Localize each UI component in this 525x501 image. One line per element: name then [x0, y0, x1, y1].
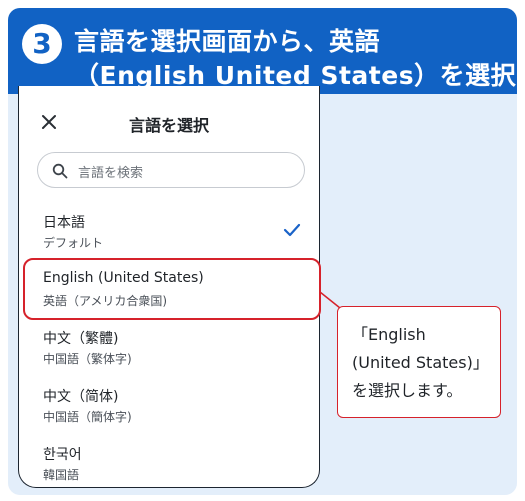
callout-line-1: 「English [352, 325, 426, 344]
step-number-badge: 3 [22, 24, 62, 64]
language-subtitle: 韓国語 [43, 468, 80, 482]
language-name: 中文（简体) [43, 389, 119, 405]
language-name: 日本語 [43, 215, 85, 231]
callout-line-2: (United States)」 [352, 353, 489, 372]
language-search-input[interactable]: 言語を検索 [37, 152, 305, 188]
language-subtitle: 中国語（簡体字) [43, 410, 132, 424]
instruction-callout: 「English (United States)」 を選択します。 [337, 306, 501, 418]
search-icon [52, 163, 68, 179]
language-subtitle: デフォルト [43, 236, 104, 250]
language-name: 中文（繁體) [43, 331, 119, 347]
english-highlight-box [23, 258, 321, 320]
language-item-japanese[interactable]: 日本語 デフォルト [19, 204, 319, 260]
language-item-korean[interactable]: 한국어 韓国語 [19, 436, 319, 487]
callout-line-3: を選択します。 [352, 381, 463, 400]
step-header: 3 言語を選択画面から、英語 （English United States）を選… [8, 8, 517, 94]
step-title-line-1: 言語を選択画面から、英語 [74, 27, 381, 56]
dialog-title: 言語を選択 [128, 116, 209, 135]
dialog-header: 言語を選択 [19, 86, 319, 160]
language-name: 한국어 [43, 447, 82, 463]
language-subtitle: 中国語（繁体字) [43, 352, 132, 366]
search-placeholder: 言語を検索 [78, 166, 144, 181]
language-item-chinese-simplified[interactable]: 中文（简体) 中国語（簡体字) [19, 378, 319, 434]
checkmark-icon [283, 223, 301, 237]
language-item-chinese-traditional[interactable]: 中文（繁體) 中国語（繁体字) [19, 320, 319, 376]
